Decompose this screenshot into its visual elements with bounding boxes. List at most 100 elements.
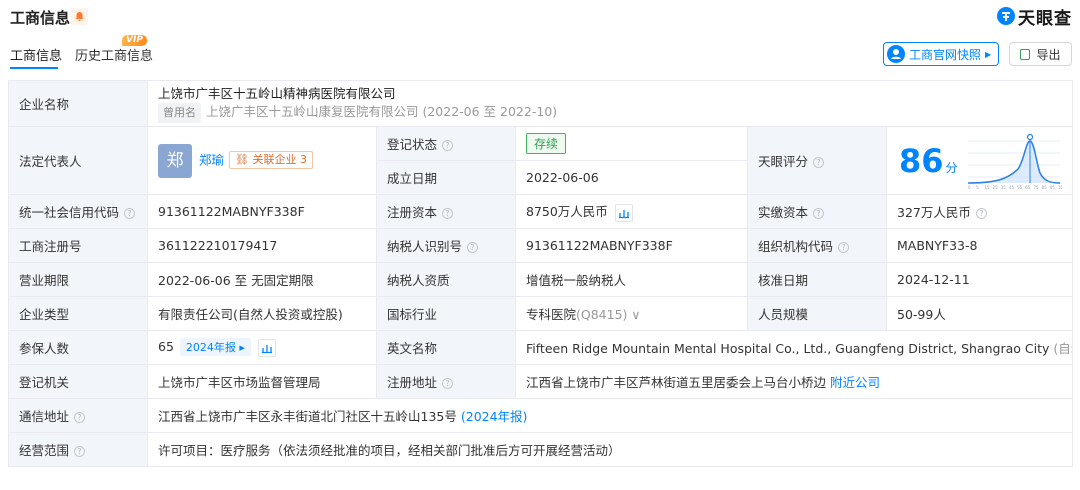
chevron-down-icon: ∨ [631,307,641,322]
org-code: MABNYF33-8 [885,228,1074,263]
insured-chart-icon[interactable] [257,338,276,357]
taxpayer-id-label: 纳税人识别号? [376,228,516,263]
link-icon: ⛓ [235,153,253,166]
score-axis-tick: 35 [1000,185,1006,190]
help-icon[interactable]: ? [975,208,987,219]
score-axis-tick: 85 [1041,185,1047,190]
help-icon[interactable]: ? [442,140,454,151]
org-code-label-text: 组织机构代码 [758,239,834,254]
former-name-row: 曾用名 上饶广丰区十五岭山康复医院有限公司 (2022-06 至 2022-10) [158,102,1062,123]
reg-addr-label-text: 注册地址 [387,375,438,390]
reg-status-label: 登记状态? [376,126,516,161]
mail-addr: 江西省上饶市广丰区永丰街道北门社区十五岭山135号 [158,409,457,424]
legal-rep-label: 法定代表人 [8,126,148,195]
industry-code: (Q8415) [576,307,628,322]
score-value: 86 [899,141,944,180]
legal-rep-cell: 郑郑瑜 ⛓ 关联企业 3 [147,126,377,195]
scope-label-text: 经营范围 [19,443,70,458]
business-info-table: 企业名称 上饶市广丰区十五岭山精神病医院有限公司 曾用名 上饶广丰区十五岭山康复医… [8,80,1074,467]
legal-rep-name[interactable]: 郑瑜 [199,152,224,167]
table-row: 统一社会信用代码? 91361122MABNYF338F 注册资本? 8750万… [8,194,1074,229]
annual-report-tag[interactable]: 2024年报 ▸ [179,338,251,357]
official-snapshot-button[interactable]: 工商官网快照 ▶ [883,42,999,66]
help-icon[interactable]: ? [124,208,136,219]
export-icon [1020,48,1031,60]
company-name-cell: 上饶市广丰区十五岭山精神病医院有限公司 曾用名 上饶广丰区十五岭山康复医院有限公司… [146,80,1074,127]
business-scope: 许可项目：医疗服务（依法须经批准的项目，经相关部门批准后方可开展经营活动） [146,432,1074,467]
former-name-tag: 曾用名 [158,102,201,123]
scope-label: 经营范围? [8,432,148,467]
export-button[interactable]: 导出 [1009,42,1072,66]
help-icon[interactable]: ? [813,157,825,168]
paid-capital: 327万人民币 [897,205,971,220]
score-axis-tick: 65 [1025,185,1031,190]
help-icon[interactable]: ? [74,446,86,457]
credit-code-label: 统一社会信用代码? [8,194,148,229]
help-icon[interactable]: ? [838,242,850,253]
tab-history-business-info[interactable]: 历史工商信息 [75,45,153,64]
score-axis-tick: 5 [976,185,979,190]
status-badge: 存续 [526,133,567,154]
en-name-label: 英文名称 [376,330,516,365]
score-cell[interactable]: 86分 05 152535455565758595100 [885,126,1074,195]
annual-report-label: 2024年报 [185,341,236,355]
reg-capital: 8750万人民币 [526,204,608,220]
score-axis-tick: 15 [984,185,990,190]
logo-text: 天眼查 [1018,8,1072,29]
section-title: 工商信息 [10,9,71,27]
en-name: Fifteen Ridge Mountain Mental Hospital C… [526,341,1050,356]
table-row: 通信地址? 江西省上饶市广丰区永丰街道北门社区十五岭山135号 (2024年报) [8,398,1074,433]
reg-status-label-text: 登记状态 [387,137,438,152]
mail-addr-label-text: 通信地址 [19,409,70,424]
help-icon[interactable]: ? [74,412,86,423]
tab-business-info[interactable]: 工商信息 [10,45,62,64]
reg-capital-label: 注册资本? [376,194,516,229]
help-icon[interactable]: ? [467,242,479,253]
industry: 专科医院 [526,307,577,322]
help-icon[interactable]: ? [813,208,825,219]
table-row: 法定代表人 郑郑瑜 ⛓ 关联企业 3 登记状态? 存续 天眼评分? 86 分 051… [8,126,1074,195]
help-icon[interactable]: ? [442,378,454,389]
paid-capital-cell: 327万人民币? [885,194,1074,229]
bell-icon[interactable] [71,8,88,25]
authority: 上饶市广丰区市场监督管理局 [147,364,377,399]
help-icon[interactable]: ? [442,208,454,219]
est-date: 2022-06-06 [515,160,748,195]
en-name-cell: Fifteen Ridge Mountain Mental Hospital C… [514,330,1074,365]
taxpayer-id: 91361122MABNYF338F [515,228,748,263]
table-row: 企业名称 上饶市广丰区十五岭山精神病医院有限公司 曾用名 上饶广丰区十五岭山康复医… [8,80,1074,127]
insured-cell: 65 2024年报 ▸ [147,330,377,365]
nearby-companies-link[interactable]: 附近公司 [830,375,880,390]
taxpayer-qual-label: 纳税人资质 [376,262,516,297]
org-code-label: 组织机构代码? [747,228,887,263]
industry-cell[interactable]: 专科医院(Q8415) ∨ [515,296,748,331]
score-label: 天眼评分? [747,126,887,195]
reg-capital-cell: 8750万人民币 [515,194,748,229]
taxpayer-qual: 增值税一般纳税人 [515,262,748,297]
export-label: 导出 [1036,47,1061,62]
paid-capital-label-text: 实缴资本 [758,205,809,220]
table-row: 企业类型 有限责任公司(自然人投资或控股) 国标行业 专科医院(Q8415) ∨… [8,296,1074,331]
authority-label: 登记机关 [8,364,148,399]
section-header: 工商信息 天眼查 [0,0,1080,32]
score-unit: 分 [945,161,958,175]
table-row: 登记机关 上饶市广丰区市场监督管理局 注册地址? 江西省上饶市广丰区芦林街道五里… [8,364,1074,399]
insured: 65 [158,339,174,355]
paid-capital-label: 实缴资本? [747,194,887,229]
associated-companies-tag[interactable]: ⛓ 关联企业 3 [229,151,313,169]
industry-label: 国标行业 [376,296,516,331]
tab-history-label: 历史工商信息 [75,49,154,64]
reg-no: 361122210179417 [147,228,377,263]
mail-addr-label: 通信地址? [8,398,148,433]
table-row: 工商注册号 361122210179417 纳税人识别号? 91361122MA… [8,228,1074,263]
logo-icon [997,7,1015,25]
score-axis-tick: 75 [1033,185,1039,190]
vip-badge: VIP [122,35,147,46]
approval-date-label: 核准日期 [747,262,887,297]
capital-chart-icon[interactable] [614,203,633,222]
active-tab-indicator [10,67,58,69]
former-name: 上饶广丰区十五岭山康复医院有限公司 (2022-06 至 2022-10) [206,103,558,119]
type-label: 企业类型 [8,296,148,331]
insured-label: 参保人数 [8,330,148,365]
mail-addr-year-link[interactable]: (2024年报) [461,409,528,424]
